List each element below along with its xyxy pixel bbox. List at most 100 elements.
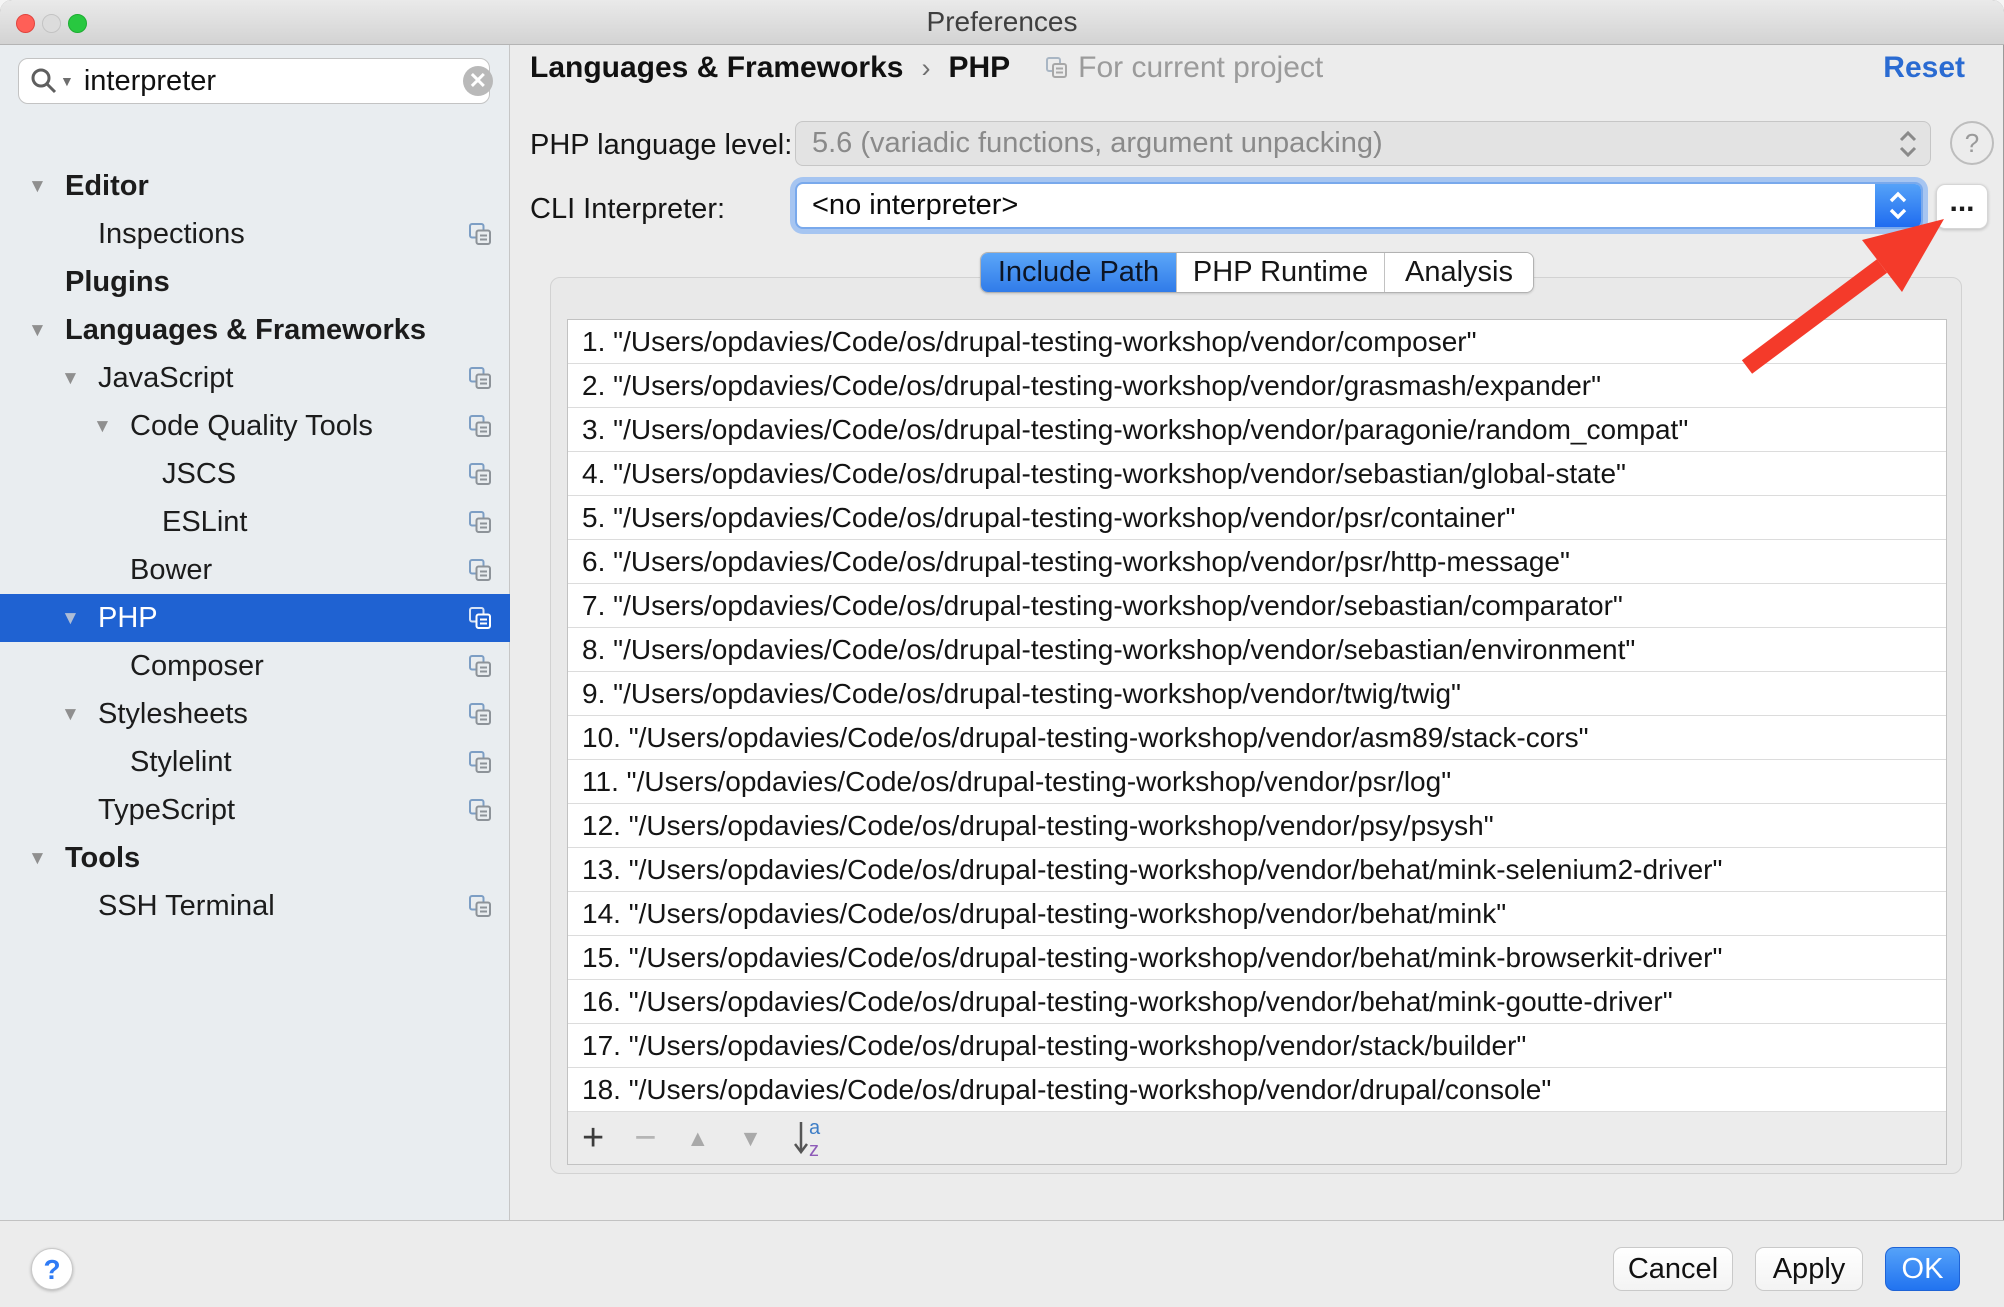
sidebar-item-label: Bower bbox=[130, 554, 212, 587]
sidebar-item-ssh-terminal[interactable]: SSH Terminal bbox=[0, 882, 510, 930]
include-path-list-container: 1. "/Users/opdavies/Code/os/drupal-testi… bbox=[567, 319, 1947, 1165]
svg-text:a: a bbox=[809, 1117, 821, 1139]
per-project-settings-icon bbox=[467, 221, 494, 248]
preferences-window: Preferences ▼ ✕ ▼ Editor Inspections bbox=[0, 0, 2004, 1307]
sidebar-item-label: Stylesheets bbox=[98, 698, 248, 731]
per-project-settings-icon bbox=[467, 749, 494, 776]
sidebar-item-label: Plugins bbox=[65, 266, 170, 299]
stepper-icon bbox=[1886, 130, 1930, 158]
php-tabs: Include PathPHP RuntimeAnalysis bbox=[980, 252, 1534, 293]
php-settings-panel: 1. "/Users/opdavies/Code/os/drupal-testi… bbox=[550, 277, 1962, 1174]
svg-text:z: z bbox=[809, 1139, 819, 1159]
sidebar-item-tools[interactable]: ▼ Tools bbox=[0, 834, 510, 882]
sidebar-item-label: JavaScript bbox=[98, 362, 233, 395]
include-path-row[interactable]: 5. "/Users/opdavies/Code/os/drupal-testi… bbox=[568, 496, 1946, 540]
sidebar-item-label: ESLint bbox=[162, 506, 247, 539]
sidebar-item-javascript[interactable]: ▼ JavaScript bbox=[0, 354, 510, 402]
chevron-down-icon[interactable]: ▼ bbox=[61, 704, 80, 726]
chevron-down-icon[interactable]: ▼ bbox=[28, 848, 47, 870]
reset-link[interactable]: Reset bbox=[1883, 48, 1965, 88]
include-path-row[interactable]: 7. "/Users/opdavies/Code/os/drupal-testi… bbox=[568, 584, 1946, 628]
per-project-settings-icon bbox=[467, 461, 494, 488]
breadcrumb-parent[interactable]: Languages & Frameworks bbox=[530, 51, 903, 85]
cancel-button[interactable]: Cancel bbox=[1613, 1247, 1733, 1291]
sidebar-item-bower[interactable]: Bower bbox=[0, 546, 510, 594]
include-path-row[interactable]: 1. "/Users/opdavies/Code/os/drupal-testi… bbox=[568, 320, 1946, 364]
sidebar-item-code-quality-tools[interactable]: ▼ Code Quality Tools bbox=[0, 402, 510, 450]
include-path-row[interactable]: 17. "/Users/opdavies/Code/os/drupal-test… bbox=[568, 1024, 1946, 1068]
breadcrumb-current: PHP bbox=[948, 51, 1010, 85]
sidebar-item-jscs[interactable]: JSCS bbox=[0, 450, 510, 498]
tab-analysis[interactable]: Analysis bbox=[1385, 253, 1533, 293]
tab-php-runtime[interactable]: PHP Runtime bbox=[1177, 253, 1385, 293]
language-level-label: PHP language level: bbox=[530, 129, 792, 162]
sidebar-item-languages-frameworks[interactable]: ▼ Languages & Frameworks bbox=[0, 306, 510, 354]
move-up-icon[interactable]: ▲ bbox=[686, 1118, 709, 1158]
breadcrumb: Languages & Frameworks › PHP For current… bbox=[530, 48, 1323, 88]
dialog-footer: ? Cancel Apply OK bbox=[0, 1220, 2004, 1307]
chevron-down-icon[interactable]: ▼ bbox=[93, 416, 112, 438]
sidebar-item-inspections[interactable]: Inspections bbox=[0, 210, 510, 258]
search-options-chevron-icon[interactable]: ▼ bbox=[60, 73, 74, 89]
settings-tree: ▼ Editor Inspections Plugins ▼ Languages… bbox=[0, 162, 510, 930]
sidebar-item-typescript[interactable]: TypeScript bbox=[0, 786, 510, 834]
per-project-settings-icon bbox=[467, 605, 494, 632]
sidebar-item-label: Tools bbox=[65, 842, 140, 875]
scope-note: For current project bbox=[1044, 51, 1323, 85]
include-path-row[interactable]: 3. "/Users/opdavies/Code/os/drupal-testi… bbox=[568, 408, 1946, 452]
apply-button[interactable]: Apply bbox=[1755, 1247, 1863, 1291]
include-path-row[interactable]: 18. "/Users/opdavies/Code/os/drupal-test… bbox=[568, 1068, 1946, 1112]
remove-path-icon[interactable]: − bbox=[634, 1118, 656, 1158]
include-path-row[interactable]: 9. "/Users/opdavies/Code/os/drupal-testi… bbox=[568, 672, 1946, 716]
window-title: Preferences bbox=[0, 0, 2004, 44]
include-path-row[interactable]: 11. "/Users/opdavies/Code/os/drupal-test… bbox=[568, 760, 1946, 804]
tab-include-path[interactable]: Include Path bbox=[981, 253, 1177, 293]
search-input[interactable] bbox=[82, 64, 463, 99]
sidebar-item-label: JSCS bbox=[162, 458, 236, 491]
cli-interpreter-select[interactable]: <no interpreter> bbox=[795, 182, 1923, 229]
help-button[interactable]: ? bbox=[31, 1248, 73, 1290]
per-project-settings-icon bbox=[467, 557, 494, 584]
sidebar-item-label: Editor bbox=[65, 170, 149, 203]
include-path-row[interactable]: 8. "/Users/opdavies/Code/os/drupal-testi… bbox=[568, 628, 1946, 672]
breadcrumb-separator: › bbox=[921, 53, 930, 84]
language-level-select[interactable]: 5.6 (variadic functions, argument unpack… bbox=[795, 121, 1931, 166]
sidebar-item-label: Languages & Frameworks bbox=[65, 314, 426, 347]
chevron-down-icon[interactable]: ▼ bbox=[28, 320, 47, 342]
cli-interpreter-value: <no interpreter> bbox=[797, 189, 1875, 222]
help-icon[interactable]: ? bbox=[1950, 121, 1994, 165]
sidebar-item-label: PHP bbox=[98, 602, 158, 635]
include-path-row[interactable]: 2. "/Users/opdavies/Code/os/drupal-testi… bbox=[568, 364, 1946, 408]
sidebar-item-composer[interactable]: Composer bbox=[0, 642, 510, 690]
sidebar-item-stylelint[interactable]: Stylelint bbox=[0, 738, 510, 786]
sidebar-item-label: Stylelint bbox=[130, 746, 232, 779]
sidebar-item-eslint[interactable]: ESLint bbox=[0, 498, 510, 546]
include-path-row[interactable]: 15. "/Users/opdavies/Code/os/drupal-test… bbox=[568, 936, 1946, 980]
move-down-icon[interactable]: ▼ bbox=[739, 1118, 762, 1158]
language-level-value: 5.6 (variadic functions, argument unpack… bbox=[796, 127, 1886, 160]
sidebar-item-label: Composer bbox=[130, 650, 264, 683]
sort-alphabetically-icon[interactable]: a z bbox=[792, 1117, 832, 1159]
search-icon: ▼ bbox=[29, 66, 74, 96]
sidebar-item-label: Inspections bbox=[98, 218, 245, 251]
sidebar-item-editor[interactable]: ▼ Editor bbox=[0, 162, 510, 210]
include-path-row[interactable]: 16. "/Users/opdavies/Code/os/drupal-test… bbox=[568, 980, 1946, 1024]
clear-search-icon[interactable]: ✕ bbox=[463, 66, 493, 96]
sidebar-item-php[interactable]: ▼ PHP bbox=[0, 594, 510, 642]
settings-search-field[interactable]: ▼ ✕ bbox=[18, 58, 490, 104]
browse-interpreters-button[interactable]: ... bbox=[1936, 184, 1988, 229]
chevron-down-icon[interactable]: ▼ bbox=[28, 176, 47, 198]
include-path-row[interactable]: 4. "/Users/opdavies/Code/os/drupal-testi… bbox=[568, 452, 1946, 496]
include-path-row[interactable]: 13. "/Users/opdavies/Code/os/drupal-test… bbox=[568, 848, 1946, 892]
chevron-down-icon[interactable]: ▼ bbox=[61, 608, 80, 630]
include-path-row[interactable]: 10. "/Users/opdavies/Code/os/drupal-test… bbox=[568, 716, 1946, 760]
include-path-row[interactable]: 12. "/Users/opdavies/Code/os/drupal-test… bbox=[568, 804, 1946, 848]
chevron-down-icon[interactable]: ▼ bbox=[61, 368, 80, 390]
include-path-row[interactable]: 14. "/Users/opdavies/Code/os/drupal-test… bbox=[568, 892, 1946, 936]
include-path-row[interactable]: 6. "/Users/opdavies/Code/os/drupal-testi… bbox=[568, 540, 1946, 584]
sidebar-item-stylesheets[interactable]: ▼ Stylesheets bbox=[0, 690, 510, 738]
ok-button[interactable]: OK bbox=[1885, 1247, 1960, 1291]
sidebar-item-plugins[interactable]: Plugins bbox=[0, 258, 510, 306]
stepper-icon-active[interactable] bbox=[1875, 184, 1921, 227]
add-path-icon[interactable]: + bbox=[582, 1118, 604, 1158]
